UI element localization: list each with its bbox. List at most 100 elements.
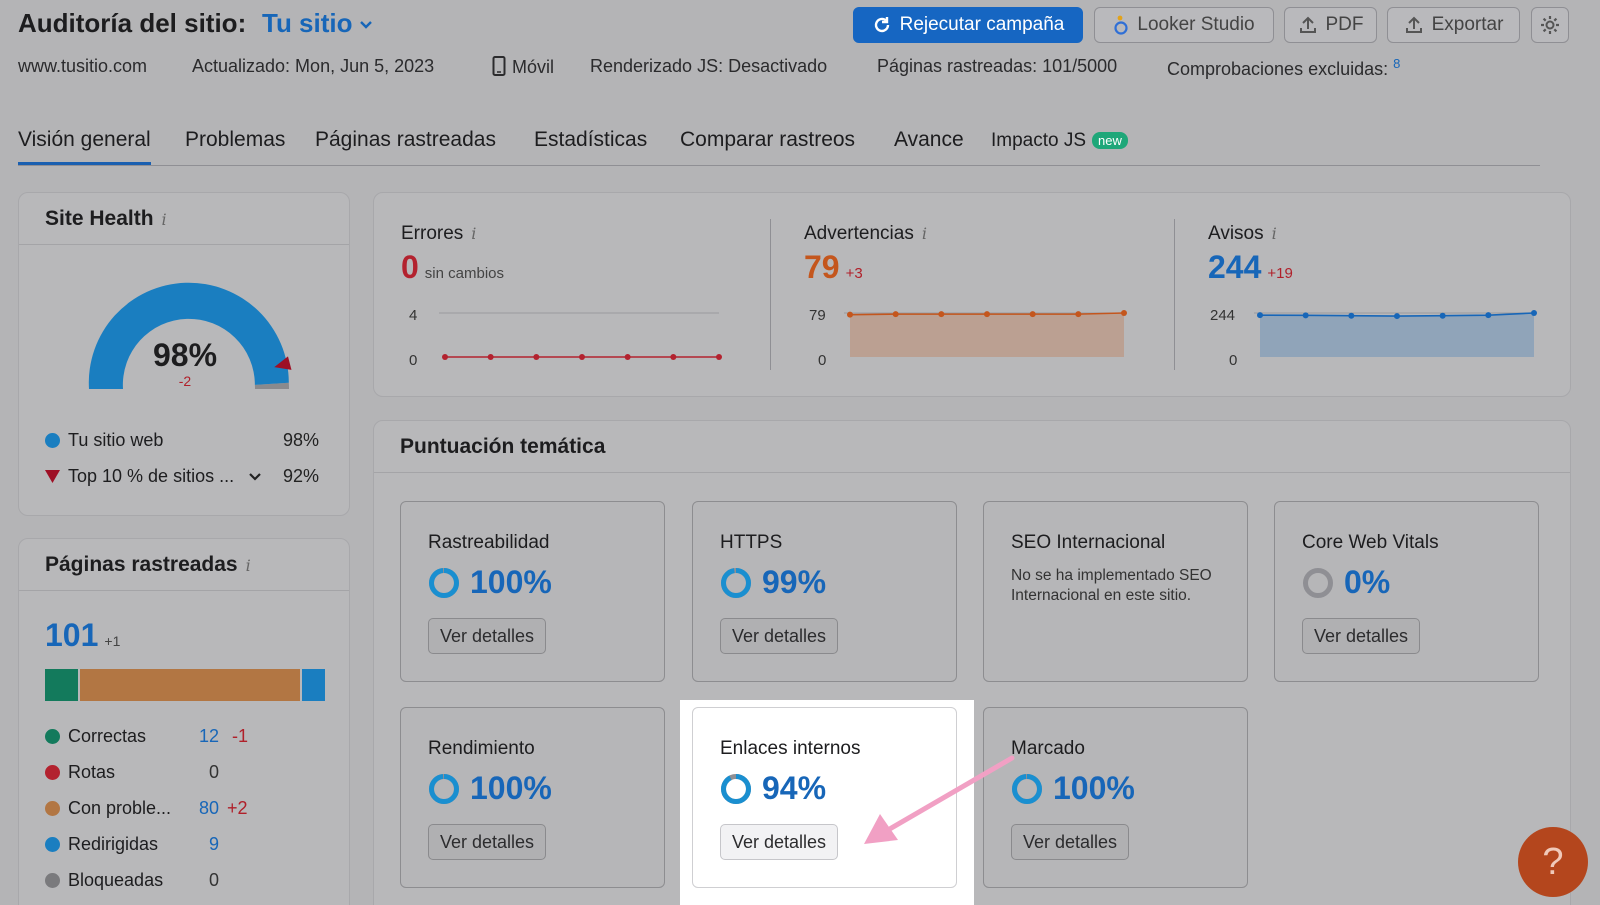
sparkline-point: [1302, 312, 1309, 319]
view-details-button[interactable]: Ver detalles: [428, 618, 547, 654]
info-icon[interactable]: i: [1272, 224, 1277, 243]
tab-overview[interactable]: Visión general: [18, 128, 151, 165]
legend-label: Tu sitio web: [68, 430, 164, 450]
view-details-button[interactable]: Ver detalles: [1302, 618, 1421, 654]
tile-score[interactable]: 100%: [428, 564, 552, 601]
updated-text: Actualizado: Mon, Jun 5, 2023: [192, 56, 435, 76]
view-details-button[interactable]: Ver detalles: [428, 824, 547, 860]
settings-button[interactable]: [1531, 7, 1569, 43]
row-value[interactable]: 12: [199, 726, 219, 747]
tile-title: Rendimiento: [428, 738, 535, 759]
warnings-label-text: Advertencias: [804, 223, 914, 244]
tile-title: Rastreabilidad: [428, 532, 550, 553]
chevron-down-icon: [249, 472, 261, 481]
looker-studio-button[interactable]: Looker Studio: [1094, 7, 1274, 43]
sparkline-point: [1075, 311, 1082, 318]
legend-top10[interactable]: Top 10 % de sitios ...: [45, 466, 262, 487]
blue-dot-icon: [45, 433, 60, 448]
tile-score-value: 100%: [470, 770, 552, 806]
tab-issues[interactable]: Problemas: [185, 128, 285, 152]
green-dot-icon: [45, 729, 60, 744]
row-redirected[interactable]: Redirigidas: [45, 834, 158, 855]
warnings-value[interactable]: 79 +3: [804, 249, 863, 286]
errors-delta: sin cambios: [424, 265, 504, 282]
tab-compare-crawls[interactable]: Comparar rastreos: [680, 128, 855, 152]
notices-delta: +19: [1267, 265, 1293, 282]
ring-value: [721, 773, 751, 804]
recrawl-button-label: Rejecutar campaña: [899, 14, 1065, 35]
recrawl-button[interactable]: Rejecutar campaña: [853, 7, 1083, 43]
tab-bar: Visión general Problemas Páginas rastrea…: [18, 124, 1540, 166]
tile-score-value: 0%: [1344, 564, 1391, 600]
row-label: Con proble...: [68, 798, 172, 818]
tile-title: HTTPS: [720, 532, 783, 553]
axis-min: 0: [818, 352, 827, 369]
sparkline-area: [850, 313, 1124, 357]
axis-max: 79: [809, 307, 826, 324]
info-icon[interactable]: i: [246, 556, 251, 575]
excluded-count-link[interactable]: 8: [1393, 56, 1400, 71]
sparkline-point: [1121, 310, 1127, 316]
sparkline-point: [1348, 312, 1355, 319]
gear-icon: [1541, 16, 1559, 34]
view-details-button[interactable]: Ver detalles: [720, 618, 839, 654]
info-icon[interactable]: i: [471, 224, 476, 243]
ring-value: [429, 567, 459, 598]
notices-value[interactable]: 244 +19: [1208, 249, 1293, 286]
help-button[interactable]: ?: [1518, 827, 1588, 897]
row-value[interactable]: 9: [209, 834, 219, 855]
tab-crawled-pages[interactable]: Páginas rastreadas: [315, 128, 496, 152]
tab-js-impact[interactable]: Impacto JS new: [991, 130, 1128, 152]
tile-international-seo: SEO Internacional No se ha implementado …: [983, 501, 1248, 682]
mobile-icon: [492, 56, 506, 76]
tile-score[interactable]: 99%: [720, 564, 826, 601]
pages-crawled-text: Páginas rastreadas: 101/5000: [877, 56, 1118, 76]
annotation-arrow-icon: [864, 755, 1015, 844]
tab-progress[interactable]: Avance: [894, 128, 964, 152]
health-score: 98%: [152, 337, 218, 373]
row-label: Correctas: [68, 726, 147, 746]
tile-score-value: 94%: [762, 770, 827, 806]
crawled-total-value: 101: [45, 617, 99, 653]
tile-title: Core Web Vitals: [1302, 532, 1439, 553]
crawled-total[interactable]: 101 +1: [45, 617, 120, 654]
view-details-button[interactable]: Ver detalles: [720, 824, 839, 860]
row-value[interactable]: 80: [199, 798, 219, 819]
legend-label: Top 10 % de sitios ...: [68, 466, 235, 486]
ring-value: [721, 567, 751, 598]
info-icon[interactable]: i: [162, 210, 167, 229]
row-broken[interactable]: Rotas: [45, 762, 115, 783]
thematic-header: Puntuación temática: [374, 421, 1570, 473]
js-render-text: Renderizado JS: Desactivado: [590, 56, 828, 76]
view-details-button[interactable]: Ver detalles: [1011, 824, 1130, 860]
legend-your-site: Tu sitio web: [45, 430, 163, 451]
tile-score[interactable]: 94%: [720, 770, 826, 807]
export-button[interactable]: Exportar: [1387, 7, 1520, 43]
warnings-delta: +3: [845, 265, 863, 282]
row-with-issues[interactable]: Con proble...: [45, 798, 171, 819]
bar-segment-issues[interactable]: [78, 669, 301, 701]
tile-score[interactable]: 100%: [1011, 770, 1135, 807]
bar-segment-redirected[interactable]: [300, 669, 325, 701]
info-icon[interactable]: i: [922, 224, 927, 243]
row-blocked[interactable]: Bloqueadas: [45, 870, 163, 891]
looker-studio-icon: [1114, 15, 1128, 35]
device-info: Móvil: [492, 56, 554, 78]
tile-score[interactable]: 0%: [1302, 564, 1390, 601]
bar-segment-correct[interactable]: [45, 669, 79, 701]
ring-track: [1303, 567, 1333, 598]
site-selector[interactable]: Tu sitio: [262, 8, 373, 39]
pdf-button[interactable]: PDF: [1284, 7, 1377, 43]
tile-score[interactable]: 100%: [428, 770, 552, 807]
sparkline-point: [442, 354, 448, 360]
tab-statistics[interactable]: Estadísticas: [534, 128, 647, 152]
progress-ring-icon: [429, 567, 459, 598]
ring-value: [429, 773, 459, 804]
issues-summary-card: Errores i 0 sin cambios 4 0 Advertencias i …: [373, 192, 1571, 397]
progress-ring-icon: [1303, 567, 1333, 598]
divider: [770, 219, 771, 370]
crawled-pages-title: Páginas rastreadas: [45, 553, 238, 576]
errors-sparkline: [439, 312, 722, 360]
errors-value[interactable]: 0 sin cambios: [401, 249, 504, 286]
row-correct[interactable]: Correctas: [45, 726, 146, 747]
